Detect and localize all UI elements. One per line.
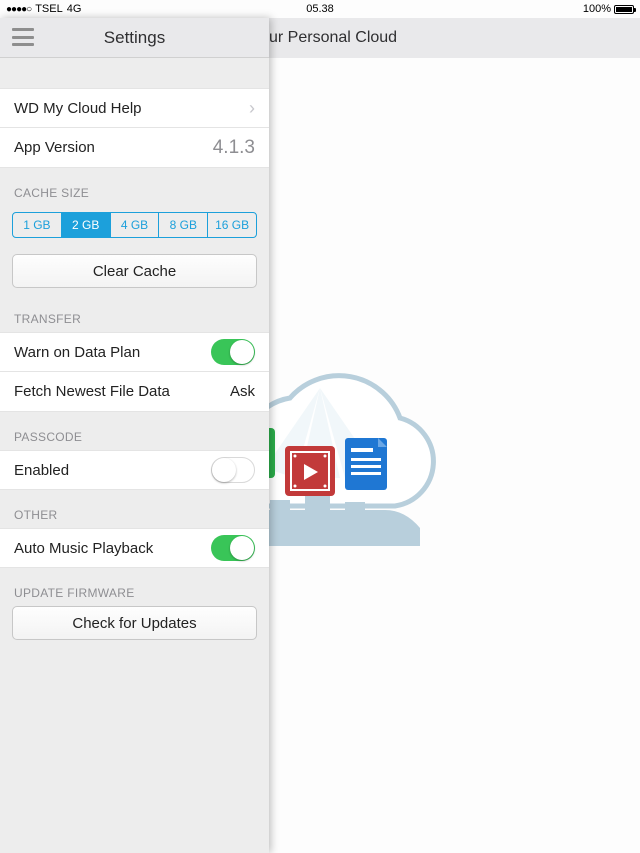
other-header: OTHER bbox=[0, 490, 269, 528]
warn-data-toggle[interactable] bbox=[211, 339, 255, 365]
firmware-header: UPDATE FIRMWARE bbox=[0, 568, 269, 606]
version-row: App Version 4.1.3 bbox=[0, 128, 269, 168]
version-label: App Version bbox=[14, 139, 95, 156]
passcode-label: Enabled bbox=[14, 462, 69, 479]
cache-header: CACHE SIZE bbox=[0, 168, 269, 206]
autoplay-label: Auto Music Playback bbox=[14, 540, 153, 557]
sidebar-title: Settings bbox=[0, 28, 269, 48]
fetch-value: Ask bbox=[230, 383, 255, 400]
cache-seg-3[interactable]: 8 GB bbox=[159, 213, 208, 237]
fetch-row[interactable]: Fetch Newest File Data Ask bbox=[0, 372, 269, 412]
cache-seg-2[interactable]: 4 GB bbox=[111, 213, 160, 237]
autoplay-row[interactable]: Auto Music Playback bbox=[0, 528, 269, 568]
passcode-toggle[interactable] bbox=[211, 457, 255, 483]
cache-seg-4[interactable]: 16 GB bbox=[208, 213, 256, 237]
clock: 05.38 bbox=[0, 3, 640, 15]
autoplay-toggle[interactable] bbox=[211, 535, 255, 561]
cache-seg-1[interactable]: 2 GB bbox=[62, 213, 111, 237]
fetch-label: Fetch Newest File Data bbox=[14, 383, 170, 400]
battery-icon bbox=[614, 5, 634, 14]
warn-data-label: Warn on Data Plan bbox=[14, 344, 140, 361]
passcode-header: PASSCODE bbox=[0, 412, 269, 450]
version-value: 4.1.3 bbox=[213, 137, 255, 159]
cache-size-segmented[interactable]: 1 GB 2 GB 4 GB 8 GB 16 GB bbox=[12, 212, 257, 238]
menu-icon[interactable] bbox=[12, 28, 34, 46]
settings-panel: Settings WD My Cloud Help › App Version … bbox=[0, 18, 269, 853]
chevron-right-icon: › bbox=[249, 98, 255, 119]
help-label: WD My Cloud Help bbox=[14, 100, 142, 117]
status-bar: ●●●●○ TSEL 4G 05.38 100% bbox=[0, 0, 640, 18]
cache-seg-0[interactable]: 1 GB bbox=[13, 213, 62, 237]
warn-data-row[interactable]: Warn on Data Plan bbox=[0, 332, 269, 372]
settings-scroll[interactable]: WD My Cloud Help › App Version 4.1.3 CAC… bbox=[0, 58, 269, 853]
clear-cache-button[interactable]: Clear Cache bbox=[12, 254, 257, 288]
transfer-header: TRANSFER bbox=[0, 294, 269, 332]
main-title: ur Personal Cloud bbox=[269, 29, 640, 47]
passcode-row[interactable]: Enabled bbox=[0, 450, 269, 490]
help-row[interactable]: WD My Cloud Help › bbox=[0, 88, 269, 128]
check-updates-button[interactable]: Check for Updates bbox=[12, 606, 257, 640]
sidebar-header: Settings bbox=[0, 18, 269, 58]
